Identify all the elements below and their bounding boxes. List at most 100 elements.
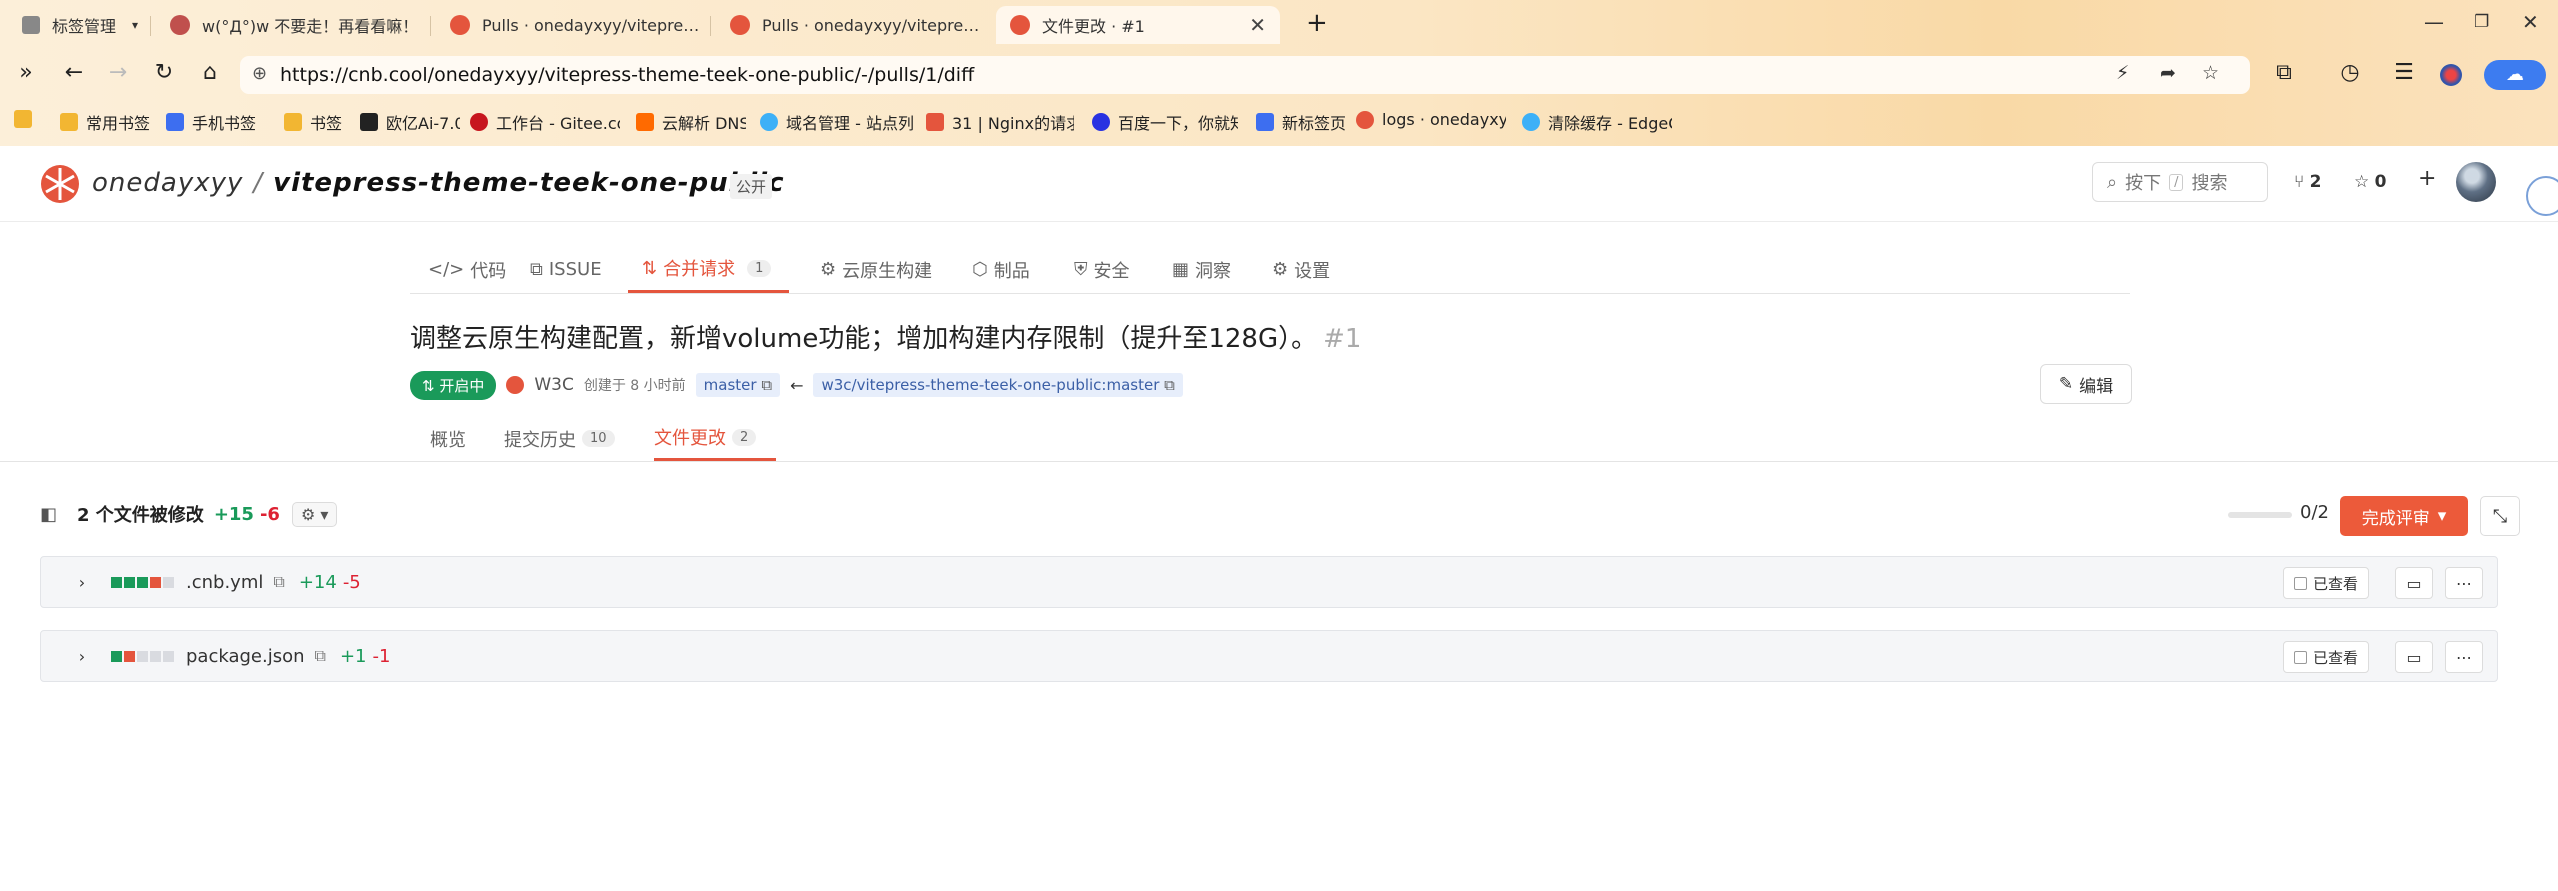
floating-assistant-icon[interactable] <box>2526 176 2558 216</box>
viewed-checkbox[interactable]: 已查看 <box>2282 641 2369 673</box>
tab-insights[interactable]: ▦ 洞察 <box>1172 246 1231 293</box>
star-button[interactable]: ☆ 0 <box>2354 172 2387 192</box>
tab-item[interactable]: Pulls · onedayxyy/vitepress-the <box>436 6 706 44</box>
tab-label: ISSUE <box>548 259 602 280</box>
lightning-icon[interactable]: ⚡ <box>2116 62 2129 84</box>
user-avatar[interactable] <box>2456 162 2496 202</box>
sidebar-toggle-icon[interactable]: » <box>10 60 42 85</box>
cnb-logo-icon[interactable] <box>40 164 80 204</box>
copy-icon[interactable]: ⧉ <box>315 646 326 666</box>
close-window-icon[interactable]: ✕ <box>2522 10 2539 34</box>
tab-label: 制品 <box>993 260 1030 282</box>
chevron-down-icon: ▾ <box>2437 506 2447 526</box>
collapse-all-button[interactable]: ⤡ <box>2480 496 2520 536</box>
fork-button[interactable]: ⑂ 2 <box>2294 172 2321 192</box>
bookmark-item[interactable]: 云解析 DNS <box>636 110 746 134</box>
page-content: onedayxyy / vitepress-theme-teek-one-publi… <box>0 146 2558 891</box>
minimize-icon[interactable]: — <box>2424 10 2444 34</box>
bookmark-star-icon[interactable] <box>14 110 40 128</box>
file-name[interactable]: package.json <box>186 646 305 667</box>
history-icon[interactable]: ◷ <box>2334 60 2366 85</box>
more-button[interactable]: ⋯ <box>2445 641 2483 673</box>
site-icon <box>926 113 944 131</box>
tab-active[interactable]: 文件更改 · #1 ✕ <box>996 6 1280 44</box>
cnb-favicon-icon <box>1010 15 1030 35</box>
diff-stat-block <box>124 576 135 588</box>
file-diff-row[interactable]: › .cnb.yml ⧉ +14 -5 已查看 ▭ ⋯ <box>40 556 2498 608</box>
comment-button[interactable]: ▭ <box>2395 641 2433 673</box>
search-icon: ⌕ <box>2107 171 2118 193</box>
code-icon: </> <box>428 259 465 280</box>
copy-icon[interactable]: ⧉ <box>273 572 284 592</box>
tab-settings[interactable]: ⚙ 设置 <box>1272 246 1330 293</box>
diff-settings-button[interactable]: ⚙ ▾ <box>291 501 338 527</box>
chevron-right-icon[interactable]: › <box>67 647 97 666</box>
file-name[interactable]: .cnb.yml <box>186 572 263 593</box>
bookmark-item[interactable]: 新标签页 <box>1256 110 1356 134</box>
site-info-icon[interactable]: ⊕ <box>252 63 267 84</box>
bookmark-item[interactable]: logs · onedayxyy <box>1356 110 1506 129</box>
new-tab-button[interactable]: + <box>1306 8 1328 38</box>
tab-item[interactable]: w(°Д°)w 不要走！再看看嘛！ <box>156 6 426 44</box>
bookmark-item[interactable]: 清除缓存 - EdgeO <box>1522 110 1672 134</box>
tab-files-changed[interactable]: 文件更改 2 <box>654 416 777 461</box>
comment-button[interactable]: ▭ <box>2395 567 2433 599</box>
bookmark-item[interactable]: 常用书签 <box>60 110 160 134</box>
pr-title-text: 调整云原生构建配置，新增volume功能；增加构建内存限制（提升至128G）。 <box>410 324 1318 354</box>
bookmark-item[interactable]: 31 | Nginx的请求 <box>926 110 1074 134</box>
search-box[interactable]: ⌕ 按下 / 搜索 <box>2092 162 2268 202</box>
tab-item[interactable]: Pulls · onedayxyy/vitepress-the <box>716 6 986 44</box>
tab-issue[interactable]: ⧉ ISSUE <box>530 246 602 293</box>
diff-stat-block <box>137 650 148 662</box>
chevron-right-icon[interactable]: › <box>67 573 97 592</box>
tab-code[interactable]: </> 代码 <box>428 246 506 293</box>
copy-icon[interactable]: ⧉ <box>761 376 772 394</box>
source-branch[interactable]: w3c/vitepress-theme-teek-one-public:mast… <box>813 373 1183 397</box>
bookmark-item[interactable]: 工作台 - Gitee.co <box>470 110 620 134</box>
create-button[interactable]: + <box>2418 166 2436 191</box>
edit-button[interactable]: ✎ 编辑 <box>2040 364 2132 404</box>
tab-commits[interactable]: 提交历史 10 <box>504 416 615 461</box>
tab-security[interactable]: ⛨ 安全 <box>1074 246 1130 293</box>
bookmark-item[interactable]: 域名管理 - 站点列 <box>760 110 916 134</box>
tab-title: Pulls · onedayxyy/vitepress-the <box>482 15 706 35</box>
tab-overview[interactable]: 概览 <box>430 416 466 461</box>
close-tab-icon[interactable]: ✕ <box>1249 13 1266 37</box>
reload-icon[interactable]: ↻ <box>148 60 180 85</box>
more-button[interactable]: ⋯ <box>2445 567 2483 599</box>
share-icon[interactable]: ➦ <box>2160 62 2176 84</box>
pr-meta: ⇅ 开启中 W3C 创建于 8 小时前 master ⧉ ← w3c/vitep… <box>410 370 1183 400</box>
menu-icon[interactable]: ☰ <box>2388 60 2420 85</box>
restore-icon[interactable]: ❐ <box>2474 12 2489 32</box>
target-branch[interactable]: master ⧉ <box>695 373 781 397</box>
owner-link[interactable]: onedayxyy <box>92 168 243 198</box>
tab-pull-requests[interactable]: ⇅ 合并请求 1 <box>628 246 790 293</box>
visibility-badge: 公开 <box>730 174 773 199</box>
address-bar[interactable]: ⊕ https://cnb.cool/onedayxyy/vitepress-t… <box>240 56 2250 94</box>
author-avatar[interactable] <box>506 376 525 394</box>
pull-request-icon: ⇅ <box>642 257 658 279</box>
toggle-file-tree-icon[interactable]: ◧ <box>40 504 57 525</box>
tab-cloud-native-build[interactable]: ⚙ 云原生构建 <box>820 246 932 293</box>
copy-icon[interactable]: ⧉ <box>1164 376 1175 394</box>
tab-bookmark-manager[interactable]: 标签管理 ▾ <box>8 6 148 44</box>
bookmark-item[interactable]: 手机书签 <box>166 110 266 134</box>
cloud-sync-icon[interactable]: ☁ <box>2484 60 2546 90</box>
repo-name-link[interactable]: vitepress-theme-teek-one-public <box>273 168 784 198</box>
bookmark-item[interactable]: 百度一下，你就知 <box>1092 110 1238 134</box>
bookmark-item[interactable]: 书签 <box>284 110 350 134</box>
profile-icon[interactable] <box>2440 64 2462 86</box>
tab-separator <box>150 16 151 36</box>
forward-icon[interactable]: → <box>102 60 134 85</box>
star-icon[interactable]: ☆ <box>2202 62 2219 84</box>
back-icon[interactable]: ← <box>58 60 90 85</box>
bookmark-item[interactable]: 欧亿Ai-7.0 <box>360 110 460 134</box>
tab-artifacts[interactable]: ⬡ 制品 <box>972 246 1030 293</box>
finish-review-button[interactable]: 完成评审 ▾ <box>2340 496 2468 536</box>
file-diff-row[interactable]: › package.json ⧉ +1 -1 已查看 ▭ ⋯ <box>40 630 2498 682</box>
extensions-icon[interactable]: ⧉ <box>2268 60 2300 85</box>
viewed-checkbox[interactable]: 已查看 <box>2282 567 2369 599</box>
search-shortcut: / <box>2169 173 2184 191</box>
author-name[interactable]: W3C <box>534 375 574 395</box>
home-icon[interactable]: ⌂ <box>194 60 226 85</box>
